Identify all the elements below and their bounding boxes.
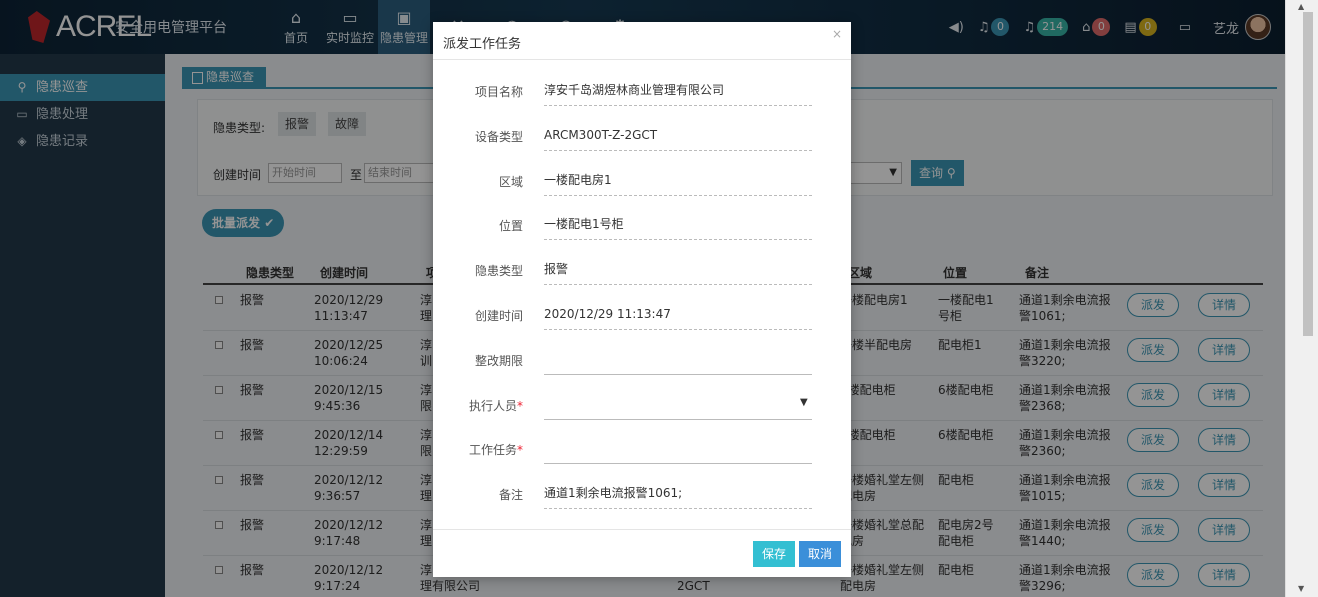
form-row: 整改期限 [433,352,851,392]
field-value: 2020/12/29 11:13:47 [544,306,812,330]
form-row: 创建时间 2020/12/29 11:13:47 [433,307,851,347]
scroll-up-icon[interactable]: ▲ [1298,2,1304,11]
field-label: 隐患类型 [475,262,523,279]
field-value: 淳安千岛湖煜林商业管理有限公司 [544,82,812,106]
field-label: 项目名称 [475,83,523,100]
field-label: 创建时间 [475,307,523,324]
field-input[interactable] [544,351,812,375]
field-label-text: 设备类型 [474,130,523,144]
scroll-thumb[interactable] [1303,12,1313,336]
save-button[interactable]: 保存 [753,541,795,567]
dialog-title: 派发工作任务 [443,37,522,52]
form-row: 项目名称 淳安千岛湖煜林商业管理有限公司 [433,83,851,123]
dispatch-task-dialog: 派发工作任务 × 项目名称 淳安千岛湖煜林商业管理有限公司设备类型 ARCM300T… [433,22,851,577]
field-value: 一楼配电房1 [544,172,812,196]
field-input[interactable] [544,440,812,464]
field-value: ARCM300T-Z-2GCT [544,127,812,151]
field-label-text: 项目名称 [474,85,523,99]
field-label: 位置 [499,217,523,234]
field-label-text: 隐患类型 [474,264,523,278]
field-label: 执行人员* [469,397,523,414]
field-label-text: 执行人员 [468,399,517,413]
field-label: 设备类型 [475,128,523,145]
field-value: 通道1剩余电流报警1061; [544,485,812,509]
form-row: 备注 通道1剩余电流报警1061; [433,486,851,526]
field-label-text: 备注 [498,488,523,502]
required-asterisk: * [517,443,523,457]
executor-select[interactable] [544,396,812,420]
form-row: 区域 一楼配电房1 [433,173,851,213]
close-icon[interactable]: × [832,27,842,41]
divider [433,59,851,60]
form-row: 隐患类型 报警 [433,262,851,302]
field-label-text: 整改期限 [474,354,523,368]
form-row: 位置 一楼配电1号柜 [433,217,851,257]
cancel-button[interactable]: 取消 [799,541,841,567]
field-label: 整改期限 [475,352,523,369]
field-value: 一楼配电1号柜 [544,216,812,240]
form-row: 工作任务* [433,441,851,481]
field-label: 区域 [499,173,523,190]
chevron-down-icon: ▼ [800,397,808,408]
field-label-text: 工作任务 [468,443,517,457]
field-label-text: 位置 [498,219,523,233]
field-label: 工作任务* [469,441,523,458]
field-label-text: 创建时间 [474,309,523,323]
field-value: 报警 [544,261,812,285]
field-label-text: 区域 [498,175,523,189]
page-scrollbar[interactable]: ▲ ▼ [1285,0,1318,597]
field-label: 备注 [499,486,523,503]
required-asterisk: * [517,399,523,413]
scroll-down-icon[interactable]: ▼ [1298,584,1304,593]
divider [433,529,851,530]
form-row: 执行人员* ▼ [433,397,851,437]
form-row: 设备类型 ARCM300T-Z-2GCT [433,128,851,168]
